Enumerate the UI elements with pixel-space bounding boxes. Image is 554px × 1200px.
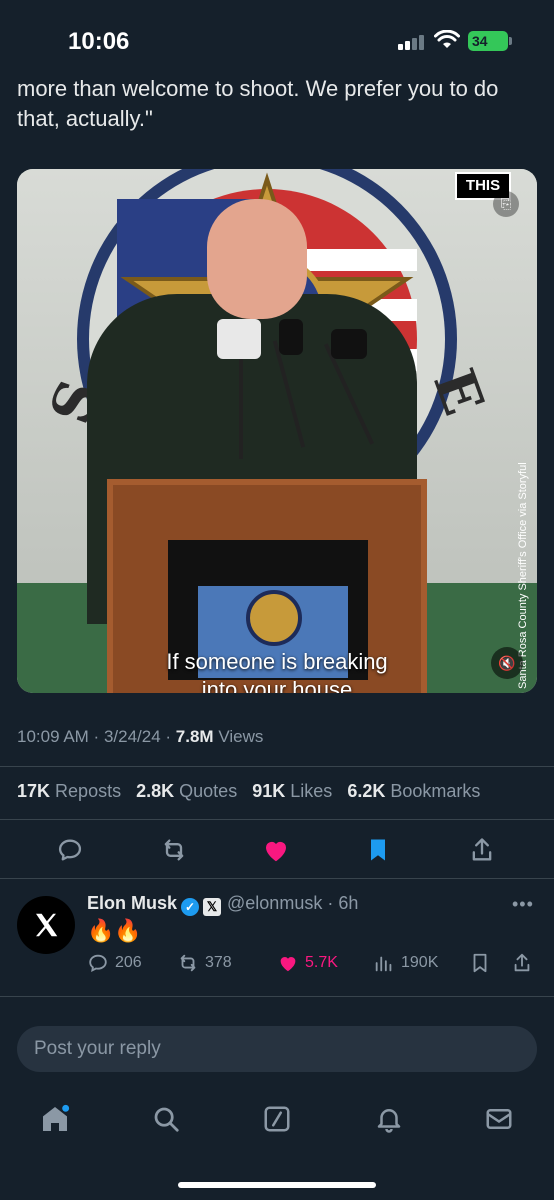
more-options-icon[interactable]: •••: [512, 894, 534, 915]
quotes-stat[interactable]: 2.8K Quotes: [136, 781, 237, 801]
tab-notifications[interactable]: [372, 1102, 406, 1136]
tab-grok[interactable]: [260, 1102, 294, 1136]
reply-replies-count: 206: [115, 954, 142, 971]
grok-icon: [264, 1106, 290, 1132]
reply-views-count: 190K: [401, 954, 439, 971]
reply-input[interactable]: Post your reply: [17, 1026, 537, 1072]
views-count: 7.8M: [175, 727, 214, 746]
status-time: 10:06: [68, 28, 130, 55]
battery-level: 34: [472, 33, 488, 49]
reply-icon: [58, 839, 82, 861]
like-button[interactable]: [258, 832, 294, 868]
mic-stand: [239, 349, 243, 459]
tweet-date: 3/24/24: [103, 727, 161, 746]
tweet-meta: 10:09 AM · 3/24/24 · 7.8M Views: [17, 727, 264, 746]
bookmark-icon: [371, 839, 385, 861]
search-icon: [154, 1107, 179, 1132]
mute-toggle-icon[interactable]: 🔇: [491, 647, 523, 679]
wifi-icon: [434, 30, 460, 48]
reply-share-button[interactable]: [511, 952, 533, 974]
reposts-stat[interactable]: 17K Reposts: [17, 781, 121, 801]
home-icon: [43, 1104, 70, 1131]
reply-handle: @elonmusk: [227, 893, 323, 913]
tab-bar: [0, 1090, 554, 1150]
divider: [0, 766, 554, 767]
likes-stat[interactable]: 91K Likes: [252, 781, 332, 801]
reply-repost-button[interactable]: 378: [177, 952, 232, 974]
bottom-area: Post your reply: [0, 1014, 554, 1200]
tweet-actions: [0, 828, 554, 872]
views-label: Views: [218, 727, 264, 746]
tab-messages[interactable]: [482, 1102, 516, 1136]
repost-icon: [180, 954, 196, 972]
reply-views-button[interactable]: 190K: [373, 952, 438, 974]
divider: [0, 878, 554, 879]
avatar[interactable]: [17, 896, 75, 954]
microphone: [279, 319, 303, 355]
x-logo-icon: [36, 913, 58, 937]
notifications-icon: [377, 1109, 401, 1133]
microphone: [331, 329, 367, 359]
share-icon: [514, 953, 530, 972]
verified-badge-icon: ✓: [181, 898, 200, 916]
reply-text: 🔥🔥: [87, 918, 142, 943]
repost-button[interactable]: [156, 832, 192, 868]
reply-like-button[interactable]: 5.7K: [277, 952, 338, 974]
bookmark-icon: [473, 953, 487, 973]
caption-toggle-icon[interactable]: ⎘: [493, 191, 519, 217]
tweet-video[interactable]: S E If someone is breaking into your hou…: [17, 169, 537, 693]
cellular-signal-icon: [398, 34, 428, 50]
reply-bookmark-button[interactable]: [469, 952, 491, 974]
heart-icon: [280, 957, 296, 972]
tweet-text: more than welcome to shoot. We prefer yo…: [17, 76, 499, 131]
engagement-stats: 17K Reposts 2.8K Quotes 91K Likes 6.2K B…: [17, 781, 490, 802]
sheriff-badge-logo: [246, 590, 302, 646]
divider: [0, 996, 554, 997]
speaker-head: [207, 199, 307, 319]
reply-handle-wrap: @elonmusk · 6h: [227, 893, 359, 913]
views-icon: [375, 956, 392, 972]
reply-age: 6h: [338, 893, 359, 913]
video-caption-line1: If someone is breaking: [166, 649, 388, 674]
status-bar: 10:06 34: [0, 0, 554, 78]
reply-actions: 206 378 5.7K 190K: [87, 952, 547, 978]
heart-icon: [266, 841, 286, 862]
reply-author-name: Elon Musk: [87, 893, 178, 913]
reply-button[interactable]: [52, 832, 88, 868]
reply-reposts-count: 378: [205, 954, 232, 971]
reply-author[interactable]: Elon Musk ✓ 𝕏 @elonmusk · 6h: [87, 893, 358, 916]
video-caption-line2: into your house: [201, 677, 353, 693]
tweet-time: 10:09 AM: [17, 727, 89, 746]
reply-icon: [89, 954, 107, 972]
bookmark-button[interactable]: [360, 832, 396, 868]
x-affiliation-icon: 𝕏: [203, 898, 222, 916]
reply-likes-count: 5.7K: [305, 954, 338, 971]
bookmarks-stat[interactable]: 6.2K Bookmarks: [347, 781, 480, 801]
home-indicator: [178, 1182, 376, 1188]
divider: [0, 819, 554, 820]
share-button[interactable]: [464, 832, 500, 868]
repost-icon: [164, 839, 184, 861]
share-icon: [472, 838, 492, 861]
battery-icon: 34: [468, 31, 512, 51]
microphone: [217, 319, 261, 359]
tab-search[interactable]: [149, 1102, 183, 1136]
tab-home[interactable]: [38, 1102, 72, 1136]
reply-reply-button[interactable]: 206: [87, 952, 142, 974]
messages-icon: [486, 1109, 512, 1129]
